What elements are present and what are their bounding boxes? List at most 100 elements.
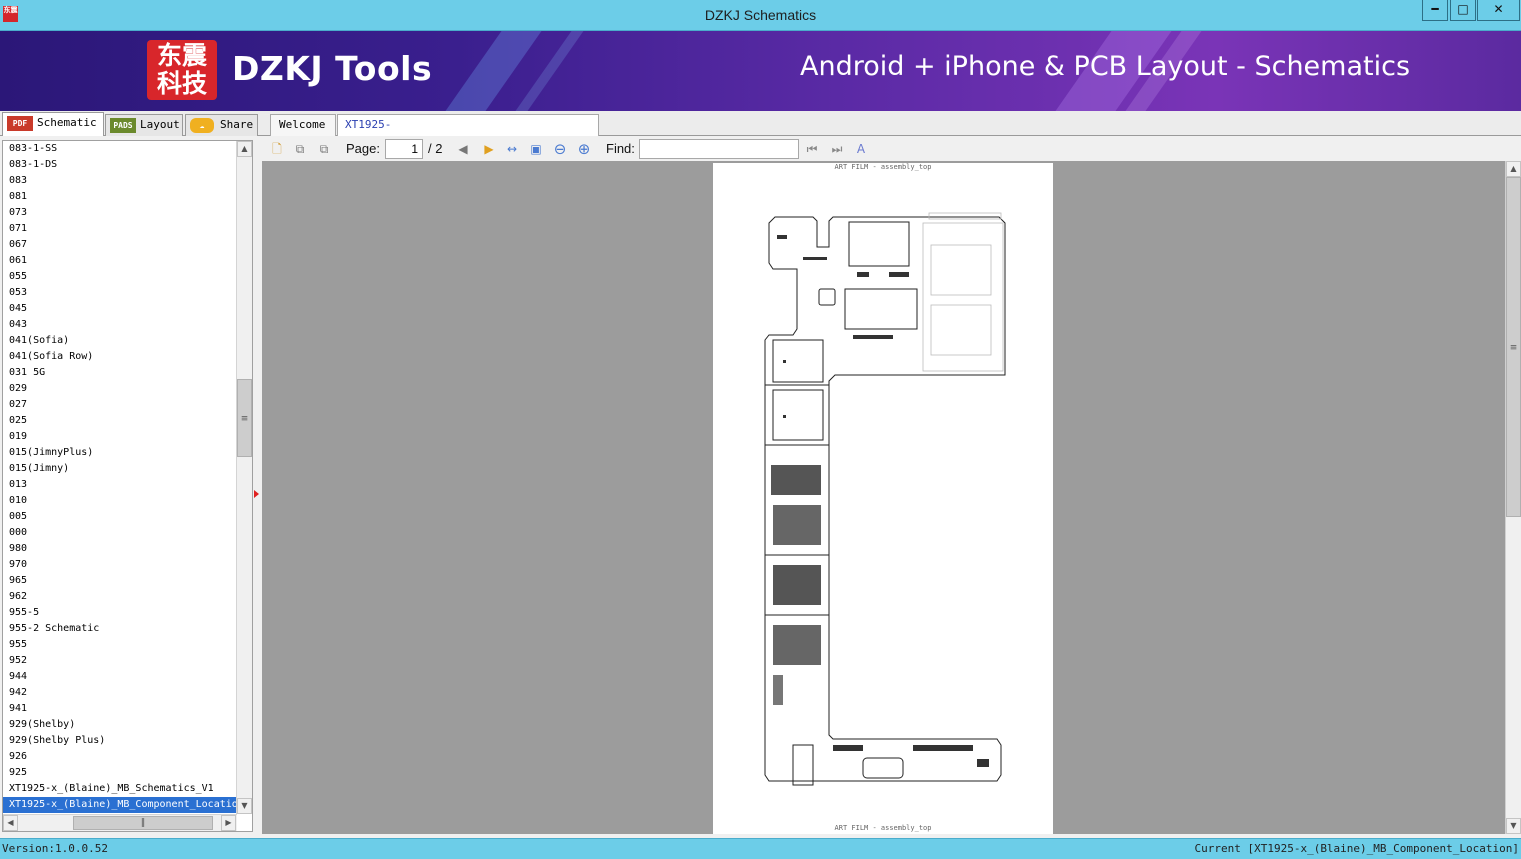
current-file-text: Current [XT1925-x_(Blaine)_MB_Component_… — [1194, 842, 1519, 855]
banner: 东震 科技 DZKJ Tools Android + iPhone & PCB … — [0, 31, 1521, 111]
next-page-icon[interactable]: ▶ — [480, 140, 498, 158]
maximize-button[interactable]: □ — [1450, 0, 1476, 21]
list-item[interactable]: XT1925-x_(Blaine)_MB_Schematics_V1 — [3, 781, 237, 797]
pages-icon[interactable]: ⧉ — [315, 140, 333, 158]
list-item[interactable]: 965 — [3, 573, 237, 589]
viewer-vertical-scrollbar[interactable]: ▲ ≡ ▼ — [1505, 161, 1521, 834]
page-label: Page: — [346, 141, 380, 156]
list-item[interactable]: 081 — [3, 189, 237, 205]
zoom-in-icon[interactable]: ⊕ — [575, 140, 593, 158]
list-item[interactable]: 055 — [3, 269, 237, 285]
list-item[interactable]: 929(Shelby) — [3, 717, 237, 733]
list-item[interactable]: 041(Sofia Row) — [3, 349, 237, 365]
list-item[interactable]: 031 5G — [3, 365, 237, 381]
zoom-out-icon[interactable]: ⊖ — [551, 140, 569, 158]
tab-layout-label: Layout — [140, 118, 180, 131]
find-label: Find: — [606, 141, 635, 156]
list-item[interactable]: 053 — [3, 285, 237, 301]
list-item[interactable]: 955-5 — [3, 605, 237, 621]
pcb-outline-drawing — [764, 212, 1006, 786]
fit-page-icon[interactable]: ▣ — [527, 140, 545, 158]
list-item[interactable]: 925 — [3, 765, 237, 781]
list-item[interactable]: 015(Jimny) — [3, 461, 237, 477]
scroll-right-icon[interactable]: ▶ — [221, 815, 236, 831]
viewer-scroll-down-icon[interactable]: ▼ — [1506, 818, 1521, 834]
scroll-up-icon[interactable]: ▲ — [237, 141, 252, 157]
list-item[interactable]: 083-1-DS — [3, 157, 237, 173]
open-file-icon[interactable]: 🗋 — [268, 140, 286, 158]
scroll-left-icon[interactable]: ◀ — [3, 815, 18, 831]
copy-icon[interactable]: ⧉ — [291, 140, 309, 158]
tab-document[interactable]: XT1925-x_(Blaine)_MB_Component_Location× — [337, 114, 599, 151]
list-hscroll-thumb[interactable]: ‖ — [73, 816, 213, 830]
page-number-input[interactable]: 1 — [385, 139, 423, 159]
pads-icon: PADS — [110, 118, 136, 133]
tab-share-label: Share — [220, 118, 254, 131]
prev-page-icon[interactable]: ◀ — [454, 140, 472, 158]
list-item[interactable]: 955-2 Schematic — [3, 621, 237, 637]
document-page: ART FILM - assembly_top ART FILM - assem… — [713, 163, 1053, 834]
list-item[interactable]: 929(Shelby Plus) — [3, 733, 237, 749]
find-next-icon[interactable]: ⏭ — [828, 140, 846, 158]
file-list-panel: 083-1-SS 083-1-DS 083 081 073 071 067 061 055 053… — [2, 140, 253, 832]
list-item[interactable]: 944 — [3, 669, 237, 685]
list-item[interactable]: 941 — [3, 701, 237, 717]
file-list[interactable]: 083-1-SS 083-1-DS 083 081 073 071 067 061 055 053… — [3, 141, 237, 814]
tab-layout[interactable]: PADS Layout — [105, 114, 183, 136]
list-item[interactable]: 015(JimnyPlus) — [3, 445, 237, 461]
list-item[interactable]: XT1925-x_(Blaine)_MB_Component_Location — [3, 797, 237, 813]
tab-share[interactable]: ☁ Share — [185, 114, 258, 136]
list-item[interactable]: 045 — [3, 301, 237, 317]
list-item[interactable]: 019 — [3, 429, 237, 445]
list-item[interactable]: 025 — [3, 413, 237, 429]
list-item[interactable]: 027 — [3, 397, 237, 413]
viewer-scroll-up-icon[interactable]: ▲ — [1506, 161, 1521, 177]
list-item[interactable]: 005 — [3, 509, 237, 525]
list-vertical-scrollbar[interactable]: ▲ ≡ ▼ — [236, 141, 252, 814]
find-input[interactable] — [639, 139, 799, 159]
tab-schematic-label: Schematic — [37, 116, 97, 129]
list-item[interactable]: 083 — [3, 173, 237, 189]
list-item[interactable]: 010 — [3, 493, 237, 509]
find-prev-icon[interactable]: ⏮ — [803, 140, 821, 158]
list-item[interactable]: 970 — [3, 557, 237, 573]
list-item[interactable]: 952 — [3, 653, 237, 669]
list-item[interactable]: 073 — [3, 205, 237, 221]
text-highlight-icon[interactable]: A — [852, 140, 870, 158]
viewer-scroll-thumb[interactable]: ≡ — [1506, 177, 1521, 517]
list-item[interactable]: 067 — [3, 237, 237, 253]
list-item[interactable]: 926 — [3, 749, 237, 765]
viewer-toolbar: 🗋 ⧉ ⧉ Page: 1 / 2 ◀ ▶ ↔ ▣ ⊖ ⊕ Find: ⏮ ⏭ … — [262, 137, 1521, 161]
tab-bar: PDF Schematic PADS Layout ☁ Share Welcom… — [0, 111, 1521, 151]
splitter-collapse-icon[interactable] — [254, 490, 259, 498]
list-horizontal-scrollbar[interactable]: ◀ ‖ ▶ — [3, 814, 237, 831]
brand-name: DZKJ Tools — [232, 49, 433, 88]
list-item[interactable]: 000 — [3, 525, 237, 541]
list-item[interactable]: 962 — [3, 589, 237, 605]
list-scroll-thumb[interactable]: ≡ — [237, 379, 252, 457]
scroll-down-icon[interactable]: ▼ — [237, 798, 252, 814]
title-bar: 东震 DZKJ Schematics ━ □ ✕ — [0, 0, 1521, 31]
list-item[interactable]: 083-1-SS — [3, 141, 237, 157]
document-viewer[interactable]: ART FILM - assembly_top ART FILM - assem… — [262, 161, 1505, 834]
list-item[interactable]: 013 — [3, 477, 237, 493]
list-item[interactable]: 955 — [3, 637, 237, 653]
list-item[interactable]: 041(Sofia) — [3, 333, 237, 349]
brand-logo: 东震 科技 — [147, 40, 217, 100]
list-item[interactable]: 071 — [3, 221, 237, 237]
tab-welcome[interactable]: Welcome — [270, 114, 336, 136]
list-item[interactable]: 029 — [3, 381, 237, 397]
list-item[interactable]: 043 — [3, 317, 237, 333]
page-caption-bottom: ART FILM - assembly_top — [834, 824, 932, 832]
list-item[interactable]: 980 — [3, 541, 237, 557]
list-item[interactable]: 942 — [3, 685, 237, 701]
fit-width-icon[interactable]: ↔ — [503, 140, 521, 158]
tab-schematic[interactable]: PDF Schematic — [2, 112, 104, 136]
cloud-share-icon: ☁ — [190, 118, 214, 133]
close-button[interactable]: ✕ — [1477, 0, 1520, 21]
page-total: / 2 — [428, 141, 443, 156]
list-item[interactable]: 061 — [3, 253, 237, 269]
minimize-button[interactable]: ━ — [1422, 0, 1448, 21]
version-text: Version:1.0.0.52 — [2, 842, 108, 855]
pdf-icon: PDF — [7, 116, 33, 131]
